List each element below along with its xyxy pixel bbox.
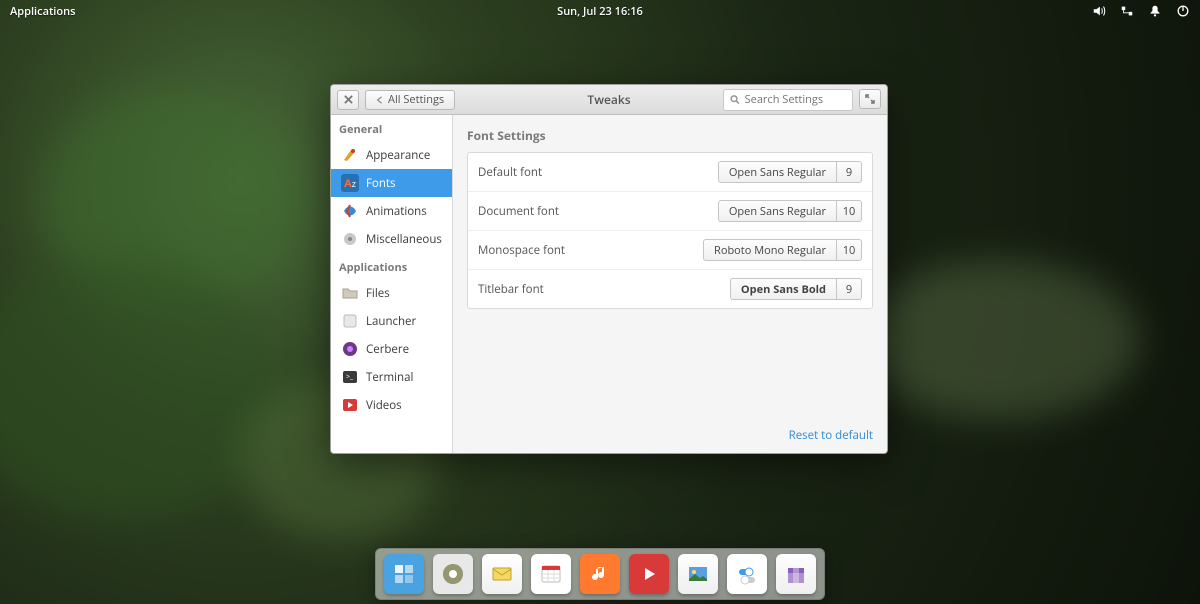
notifications-icon[interactable] — [1148, 4, 1162, 18]
row-label: Titlebar font — [478, 282, 544, 297]
font-size-button[interactable]: 9 — [836, 278, 862, 300]
section-title: Font Settings — [467, 127, 873, 144]
cerbere-icon — [341, 340, 359, 358]
sidebar-header-applications: Applications — [331, 253, 452, 279]
sidebar-item-label: Animations — [366, 204, 427, 219]
sidebar-item-launcher[interactable]: Launcher — [331, 307, 452, 335]
sidebar-item-fonts[interactable]: Az Fonts — [331, 169, 452, 197]
appearance-icon — [341, 146, 359, 164]
row-monospace-font: Monospace font Roboto Mono Regular 10 — [468, 231, 872, 270]
svg-text:>_: >_ — [346, 373, 354, 382]
sidebar-item-label: Cerbere — [366, 342, 409, 357]
search-icon — [730, 94, 740, 105]
font-picker-button[interactable]: Open Sans Regular — [718, 161, 836, 183]
window-title: Tweaks — [587, 91, 630, 108]
files-icon — [341, 284, 359, 302]
dock-item-app-center[interactable] — [776, 554, 816, 594]
titlebar[interactable]: All Settings Tweaks — [331, 85, 887, 115]
font-picker-button[interactable]: Open Sans Bold — [730, 278, 836, 300]
close-button[interactable] — [337, 90, 359, 110]
font-picker-button[interactable]: Open Sans Regular — [718, 200, 836, 222]
panel-clock[interactable]: Sun, Jul 23 16:16 — [557, 4, 643, 19]
sidebar-item-cerbere[interactable]: Cerbere — [331, 335, 452, 363]
sidebar-item-files[interactable]: Files — [331, 279, 452, 307]
sidebar-item-miscellaneous[interactable]: Miscellaneous — [331, 225, 452, 253]
animations-icon — [341, 202, 359, 220]
dock-item-mail[interactable] — [482, 554, 522, 594]
sidebar: General Appearance Az Fonts Animations M… — [331, 115, 453, 453]
power-icon[interactable] — [1176, 4, 1190, 18]
sidebar-item-terminal[interactable]: >_ Terminal — [331, 363, 452, 391]
search-input[interactable] — [745, 92, 846, 107]
misc-icon — [341, 230, 359, 248]
volume-icon[interactable] — [1092, 4, 1106, 18]
dock-item-calendar[interactable] — [531, 554, 571, 594]
fonts-icon: Az — [341, 174, 359, 192]
dock-item-web-browser[interactable] — [433, 554, 473, 594]
row-default-font: Default font Open Sans Regular 9 — [468, 153, 872, 192]
sidebar-header-general: General — [331, 115, 452, 141]
dock-item-music[interactable] — [580, 554, 620, 594]
reset-to-default-link[interactable]: Reset to default — [789, 428, 873, 443]
content-pane: Font Settings Default font Open Sans Reg… — [453, 115, 887, 453]
row-label: Monospace font — [478, 243, 565, 258]
dock-item-tweaks[interactable] — [727, 554, 767, 594]
sidebar-item-label: Miscellaneous — [366, 232, 442, 247]
row-label: Default font — [478, 165, 542, 180]
tweaks-window: All Settings Tweaks General Appearance A… — [330, 84, 888, 454]
sidebar-item-label: Terminal — [366, 370, 413, 385]
sidebar-item-appearance[interactable]: Appearance — [331, 141, 452, 169]
all-settings-button[interactable]: All Settings — [365, 90, 455, 110]
sidebar-item-label: Appearance — [366, 148, 430, 163]
videos-icon — [341, 396, 359, 414]
row-document-font: Document font Open Sans Regular 10 — [468, 192, 872, 231]
font-settings-card: Default font Open Sans Regular 9 Documen… — [467, 152, 873, 309]
sidebar-item-animations[interactable]: Animations — [331, 197, 452, 225]
top-panel: Applications Sun, Jul 23 16:16 — [0, 0, 1200, 22]
applications-menu[interactable]: Applications — [10, 4, 75, 19]
font-size-button[interactable]: 10 — [836, 200, 862, 222]
sidebar-item-label: Videos — [366, 398, 402, 413]
sidebar-item-videos[interactable]: Videos — [331, 391, 452, 419]
font-size-button[interactable]: 10 — [836, 239, 862, 261]
dock-item-multitasking[interactable] — [384, 554, 424, 594]
launcher-icon — [341, 312, 359, 330]
dock-item-photos[interactable] — [678, 554, 718, 594]
dock-item-videos[interactable] — [629, 554, 669, 594]
font-picker-button[interactable]: Roboto Mono Regular — [703, 239, 836, 261]
font-size-button[interactable]: 9 — [836, 161, 862, 183]
row-label: Document font — [478, 204, 559, 219]
sidebar-item-label: Fonts — [366, 176, 396, 191]
network-icon[interactable] — [1120, 4, 1134, 18]
search-field[interactable] — [723, 89, 853, 111]
row-titlebar-font: Titlebar font Open Sans Bold 9 — [468, 270, 872, 308]
all-settings-label: All Settings — [388, 92, 444, 107]
sidebar-item-label: Launcher — [366, 314, 416, 329]
maximize-button[interactable] — [859, 89, 881, 109]
terminal-icon: >_ — [341, 368, 359, 386]
dock — [375, 548, 825, 600]
sidebar-item-label: Files — [366, 286, 390, 301]
